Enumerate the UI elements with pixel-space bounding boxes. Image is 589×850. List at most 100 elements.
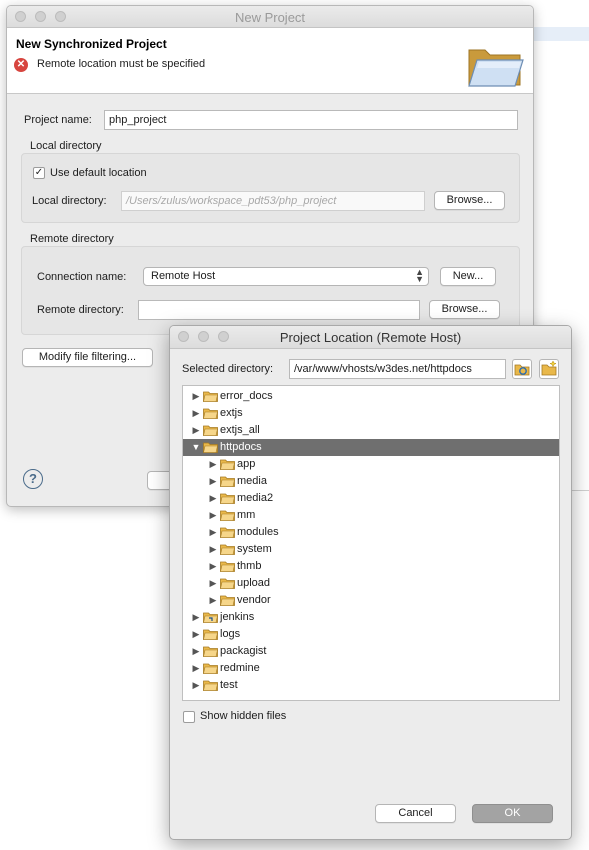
- connection-name-label: Connection name:: [37, 271, 127, 283]
- folder-icon: [203, 680, 218, 691]
- local-directory-group: ✓ Use default location Local directory: …: [21, 153, 520, 223]
- use-default-location-label[interactable]: Use default location: [50, 167, 147, 179]
- connection-name-select[interactable]: Remote Host ▲ ▼: [143, 267, 429, 286]
- tree-row-label: test: [220, 679, 238, 691]
- folder-icon: [220, 595, 235, 606]
- collapsed-arrow-icon[interactable]: ▶: [208, 524, 218, 541]
- tree-row[interactable]: ▶ app: [183, 456, 559, 473]
- show-hidden-files-label[interactable]: Show hidden files: [200, 710, 286, 722]
- window-title: New Project: [234, 10, 306, 25]
- use-default-location-checkbox[interactable]: ✓: [33, 167, 45, 179]
- tree-row[interactable]: ▶ extjs: [183, 405, 559, 422]
- tree-row-label: redmine: [220, 662, 260, 674]
- tree-row[interactable]: ▶ media: [183, 473, 559, 490]
- folder-link-icon: [203, 612, 218, 623]
- dialog-ok-button[interactable]: OK: [472, 804, 553, 823]
- show-hidden-files-checkbox[interactable]: [183, 711, 195, 723]
- tree-row[interactable]: ▶ logs: [183, 626, 559, 643]
- main-titlebar[interactable]: New Project: [7, 6, 533, 28]
- remote-directory-input[interactable]: [138, 300, 420, 320]
- wizard-title: New Synchronized Project: [16, 37, 167, 51]
- folder-icon: [220, 493, 235, 504]
- help-icon[interactable]: ?: [23, 469, 43, 489]
- tree-row[interactable]: ▶ extjs_all: [183, 422, 559, 439]
- remote-directory-label: Remote directory:: [37, 304, 124, 316]
- folder-banner-icon: [467, 42, 525, 91]
- modify-file-filtering-button[interactable]: Modify file filtering...: [22, 348, 153, 367]
- folder-icon: [203, 408, 218, 419]
- local-directory-group-label: Local directory: [30, 140, 102, 152]
- tree-row-label: upload: [237, 577, 271, 589]
- collapsed-arrow-icon[interactable]: ▶: [191, 405, 201, 422]
- project-name-label: Project name:: [24, 114, 92, 126]
- folder-icon: [220, 527, 235, 538]
- collapsed-arrow-icon[interactable]: ▶: [191, 388, 201, 405]
- selected-directory-label: Selected directory:: [182, 363, 274, 375]
- tree-row-label: media2: [237, 492, 274, 504]
- tree-row[interactable]: ▶ thmb: [183, 558, 559, 575]
- tree-row[interactable]: ▶ jenkins: [183, 609, 559, 626]
- selected-directory-input[interactable]: /var/www/vhosts/w3des.net/httpdocs: [289, 359, 506, 379]
- tree-row-label: vendor: [237, 594, 271, 606]
- tree-row-label: extjs: [220, 407, 243, 419]
- folder-icon: [203, 663, 218, 674]
- collapsed-arrow-icon[interactable]: ▶: [208, 558, 218, 575]
- tree-row[interactable]: ▶ error_docs: [183, 388, 559, 405]
- folder-icon: [220, 476, 235, 487]
- tree-row-label: logs: [220, 628, 241, 640]
- go-to-folder-button[interactable]: [512, 359, 532, 379]
- expanded-arrow-icon[interactable]: ▼: [191, 439, 201, 456]
- new-folder-button[interactable]: [539, 359, 559, 379]
- tree-row-label: httpdocs: [220, 441, 262, 453]
- select-arrows-icon: ▲ ▼: [415, 267, 424, 284]
- project-name-input[interactable]: php_project: [104, 110, 518, 130]
- collapsed-arrow-icon[interactable]: ▶: [191, 626, 201, 643]
- tree-row[interactable]: ▶ packagist: [183, 643, 559, 660]
- collapsed-arrow-icon[interactable]: ▶: [208, 490, 218, 507]
- collapsed-arrow-icon[interactable]: ▶: [191, 643, 201, 660]
- tree-row-label: extjs_all: [220, 424, 260, 436]
- tree-row[interactable]: ▶ test: [183, 677, 559, 694]
- collapsed-arrow-icon[interactable]: ▶: [208, 456, 218, 473]
- connection-name-value: Remote Host: [151, 270, 216, 282]
- folder-icon: [220, 578, 235, 589]
- folder-icon: [203, 442, 218, 453]
- tree-row-label: jenkins: [220, 611, 255, 623]
- tree-row[interactable]: ▶ redmine: [183, 660, 559, 677]
- collapsed-arrow-icon[interactable]: ▶: [208, 473, 218, 490]
- folder-icon: [203, 646, 218, 657]
- directory-tree[interactable]: ▶ error_docs ▶ extjs ▶ extjs_all ▼ httpdocs ▶ app…: [182, 385, 560, 701]
- local-browse-button[interactable]: Browse...: [434, 191, 505, 210]
- tree-row-label: app: [237, 458, 256, 470]
- tree-row[interactable]: ▶ modules: [183, 524, 559, 541]
- tree-row[interactable]: ▶ upload: [183, 575, 559, 592]
- tree-row[interactable]: ▶ vendor: [183, 592, 559, 609]
- folder-icon: [203, 391, 218, 402]
- error-message: Remote location must be specified: [37, 58, 206, 70]
- folder-icon: [220, 459, 235, 470]
- dialog-cancel-button[interactable]: Cancel: [375, 804, 456, 823]
- collapsed-arrow-icon[interactable]: ▶: [191, 677, 201, 694]
- tree-row[interactable]: ▶ media2: [183, 490, 559, 507]
- project-location-dialog: Project Location (Remote Host) Selected …: [169, 325, 572, 840]
- remote-directory-group: Connection name: Remote Host ▲ ▼ New... R…: [21, 246, 520, 335]
- wizard-header: New Synchronized Project ✕ Remote locati…: [7, 28, 533, 94]
- collapsed-arrow-icon[interactable]: ▶: [191, 609, 201, 626]
- tree-row-label: error_docs: [220, 390, 273, 402]
- collapsed-arrow-icon[interactable]: ▶: [191, 660, 201, 677]
- folder-icon: [220, 561, 235, 572]
- tree-row-label: media: [237, 475, 267, 487]
- collapsed-arrow-icon[interactable]: ▶: [208, 507, 218, 524]
- folder-icon: [220, 544, 235, 555]
- collapsed-arrow-icon[interactable]: ▶: [191, 422, 201, 439]
- tree-row[interactable]: ▶ system: [183, 541, 559, 558]
- collapsed-arrow-icon[interactable]: ▶: [208, 575, 218, 592]
- tree-row[interactable]: ▶ mm: [183, 507, 559, 524]
- collapsed-arrow-icon[interactable]: ▶: [208, 541, 218, 558]
- collapsed-arrow-icon[interactable]: ▶: [208, 592, 218, 609]
- tree-row[interactable]: ▼ httpdocs: [183, 439, 559, 456]
- new-connection-button[interactable]: New...: [440, 267, 496, 286]
- tree-row-label: packagist: [220, 645, 267, 657]
- remote-browse-button[interactable]: Browse...: [429, 300, 500, 319]
- dialog-titlebar[interactable]: Project Location (Remote Host): [170, 326, 571, 349]
